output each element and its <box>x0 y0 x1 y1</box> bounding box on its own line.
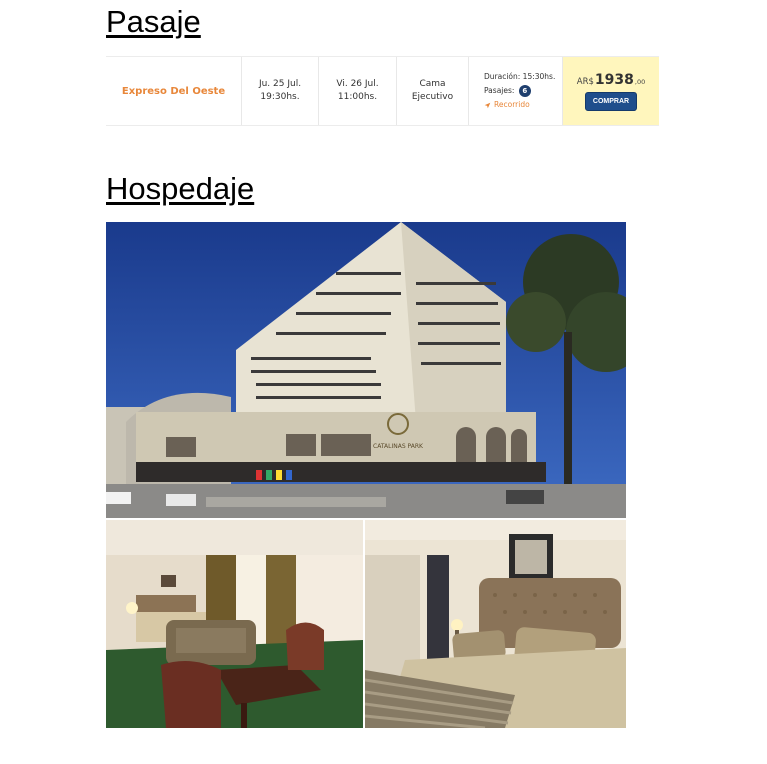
hospedaje-title: Hospedaje <box>106 171 255 206</box>
route-link-label[interactable]: Recorrido <box>494 98 530 112</box>
departure: Ju. 25 Jul. 19:30hs. <box>242 57 319 125</box>
price: AR$ 1938 ,00 <box>577 72 645 88</box>
buy-button[interactable]: COMPRAR <box>584 91 638 111</box>
departure-time: 19:30hs. <box>260 92 300 102</box>
arrival-time: 11:00hs. <box>337 92 378 102</box>
bus-company: Expreso Del Oeste <box>106 57 242 125</box>
seat-type-line2: Ejecutivo <box>411 92 454 102</box>
departure-day: Ju. 25 Jul. <box>258 79 302 89</box>
trip-info: Duración: 15:30hs. Pasajes: 6 Recorrido <box>469 57 563 125</box>
hotel-sign: CATALINAS PARK <box>373 443 424 450</box>
price-amount: 1938 <box>594 71 634 88</box>
passengers-label: Pasajes: <box>484 86 515 95</box>
passengers-count-badge: 6 <box>518 85 531 97</box>
price-box: AR$ 1938 ,00 COMPRAR <box>563 57 659 125</box>
bus-ticket-row: Expreso Del Oeste Ju. 25 Jul. 19:30hs. V… <box>106 56 659 126</box>
arrival: Vi. 26 Jul. 11:00hs. <box>319 57 397 125</box>
hotel-exterior-photo: CATALINAS PARK <box>106 222 626 518</box>
seat-type: Cama Ejecutivo <box>397 57 469 125</box>
duration: Duración: 15:30hs. <box>484 72 556 81</box>
passengers: Pasajes: 6 <box>484 84 531 98</box>
room-bed-photo <box>365 520 626 728</box>
seat-type-line1: Cama <box>419 79 446 89</box>
route-link[interactable]: Recorrido <box>484 98 530 112</box>
price-currency: AR$ <box>576 76 594 87</box>
location-arrow-icon <box>484 102 491 108</box>
pasaje-title: Pasaje <box>106 4 201 39</box>
arrival-day: Vi. 26 Jul. <box>336 79 379 89</box>
price-decimals: ,00 <box>634 77 646 86</box>
room-living-area-photo <box>106 520 363 728</box>
